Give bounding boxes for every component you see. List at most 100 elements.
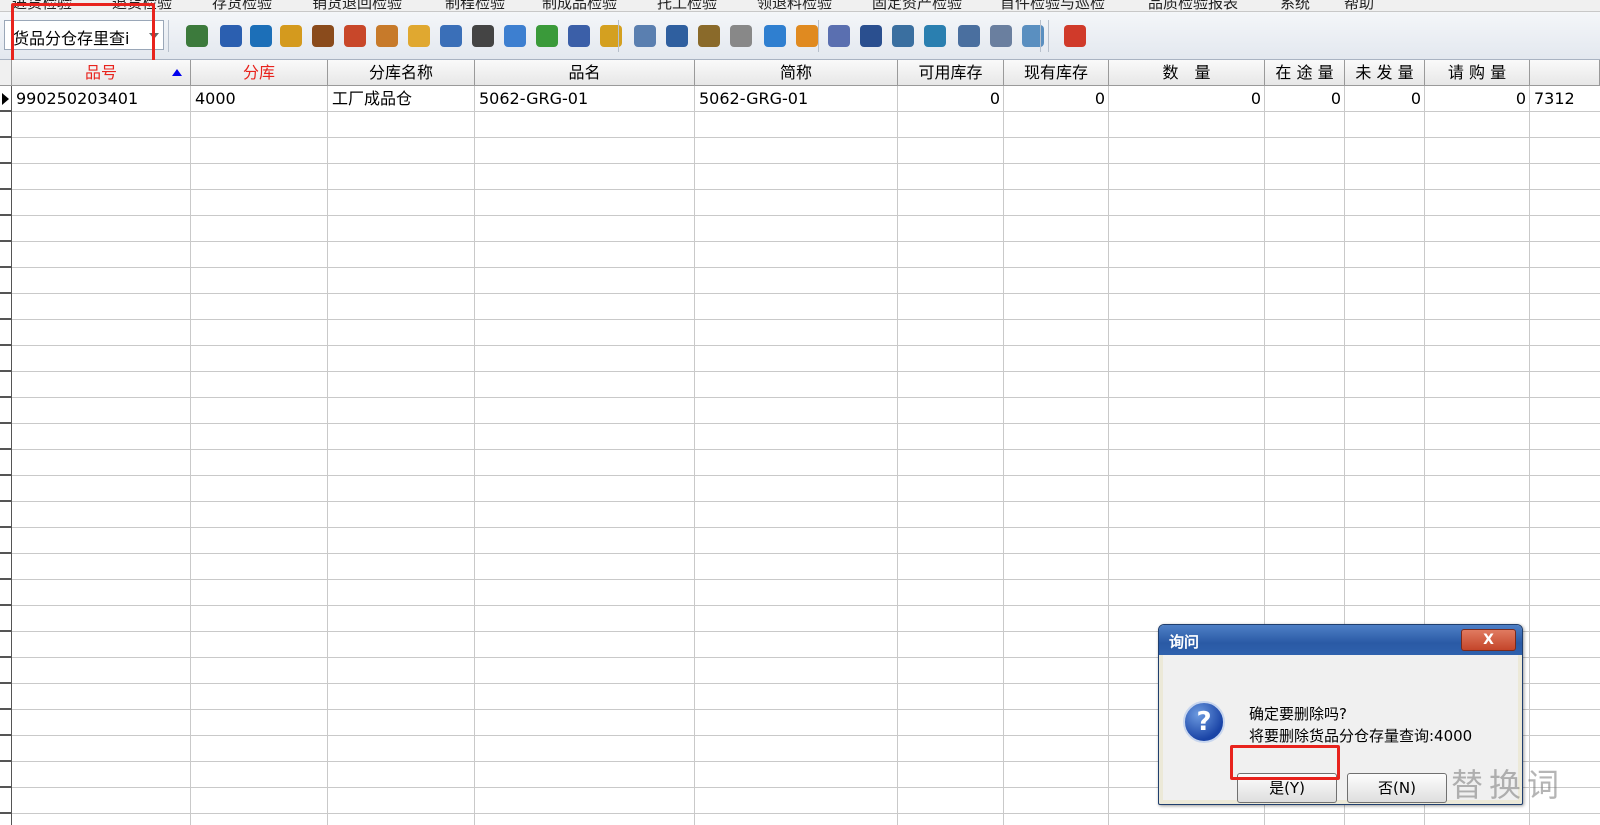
briefcase-icon[interactable] [312, 25, 334, 47]
no-button[interactable]: 否(N) [1347, 773, 1447, 803]
menu-item-outsource-inspection[interactable]: 托工检验 [657, 0, 717, 11]
cycle-icon[interactable] [924, 25, 946, 47]
row-indicator[interactable] [0, 736, 12, 762]
refresh-icon[interactable] [250, 25, 272, 47]
grid-column-line [327, 86, 328, 825]
table-cell[interactable]: 0 [1265, 86, 1345, 112]
grid-row-line [12, 501, 1600, 502]
table-cell[interactable]: 990250203401 [12, 86, 191, 112]
row-indicator[interactable] [0, 710, 12, 736]
column-header[interactable]: 分库 [191, 60, 328, 86]
row-indicator[interactable] [0, 346, 12, 372]
table-cell[interactable]: 4000 [191, 86, 328, 112]
column-header[interactable] [1530, 60, 1600, 86]
book-icon[interactable] [440, 25, 462, 47]
tree-icon[interactable] [860, 25, 882, 47]
menu-item-sales-return-inspection[interactable]: 销货退回检验 [312, 0, 402, 11]
column-header[interactable]: 可用库存 [898, 60, 1004, 86]
menu-item-asset-inspection[interactable]: 固定资产检验 [872, 0, 962, 11]
row-indicator[interactable] [0, 424, 12, 450]
table-cell[interactable]: 7312 [1530, 86, 1600, 112]
row-indicator[interactable] [0, 216, 12, 242]
home-icon[interactable] [344, 25, 366, 47]
row-indicator[interactable] [0, 632, 12, 658]
table-cell[interactable]: 0 [1345, 86, 1425, 112]
mail-icon[interactable] [408, 25, 430, 47]
switch-icon[interactable] [186, 25, 208, 47]
help-icon[interactable] [504, 25, 526, 47]
cart-icon[interactable] [568, 25, 590, 47]
menu-item-material-inspection[interactable]: 领退料检验 [757, 0, 832, 11]
exit-icon[interactable] [1064, 25, 1086, 47]
table-cell[interactable]: 5062-GRG-01 [475, 86, 695, 112]
menu-item-system[interactable]: 系统 [1280, 0, 1310, 11]
column-header[interactable]: 品号 [12, 60, 191, 86]
row-indicator[interactable] [0, 164, 12, 190]
menu-item-stock-inspection[interactable]: 存货检验 [212, 0, 272, 11]
row-indicator[interactable] [0, 554, 12, 580]
row-indicator[interactable] [0, 476, 12, 502]
column-header[interactable]: 分库名称 [328, 60, 475, 86]
row-indicator[interactable] [0, 658, 12, 684]
row-indicator[interactable] [0, 814, 12, 825]
close-window-icon[interactable] [990, 25, 1012, 47]
row-indicator[interactable] [0, 528, 12, 554]
row-indicator[interactable] [0, 320, 12, 346]
table-cell[interactable]: 0 [1109, 86, 1265, 112]
menu-item-help[interactable]: 帮助 [1344, 0, 1374, 11]
row-indicator[interactable] [0, 398, 12, 424]
row-indicator[interactable] [0, 242, 12, 268]
column-header[interactable]: 现有库存 [1004, 60, 1109, 86]
row-indicator[interactable] [0, 762, 12, 788]
money-icon[interactable] [536, 25, 558, 47]
row-indicator[interactable] [0, 450, 12, 476]
menu-item-quality-reports[interactable]: 品质检验报表 [1148, 0, 1238, 11]
dialog-titlebar[interactable]: 询问 X [1159, 625, 1522, 655]
table-cell[interactable]: 0 [898, 86, 1004, 112]
row-indicator[interactable] [0, 86, 12, 112]
lock-icon[interactable] [280, 25, 302, 47]
grid-row-line [12, 345, 1600, 346]
column-header[interactable]: 请 购 量 [1425, 60, 1530, 86]
row-indicator[interactable] [0, 190, 12, 216]
menu-item-process-inspection[interactable]: 制程检验 [445, 0, 505, 11]
column-header[interactable]: 简称 [695, 60, 898, 86]
row-indicator[interactable] [0, 580, 12, 606]
row-indicator[interactable] [0, 606, 12, 632]
database-icon[interactable] [698, 25, 720, 47]
screen-icon[interactable] [892, 25, 914, 47]
grid-corner [0, 60, 12, 86]
report-icon[interactable] [634, 25, 656, 47]
copy-icon[interactable] [730, 25, 752, 47]
row-indicator[interactable] [0, 112, 12, 138]
table-cell[interactable]: 0 [1004, 86, 1109, 112]
menu-item-product-inspection[interactable]: 制成品检验 [542, 0, 617, 11]
check-icon[interactable] [764, 25, 786, 47]
row-indicator[interactable] [0, 372, 12, 398]
grid-row-line [12, 553, 1600, 554]
menu-item-first-article-inspection[interactable]: 首件检验与巡检 [1000, 0, 1105, 11]
bell-icon[interactable] [796, 25, 818, 47]
key-icon[interactable] [472, 25, 494, 47]
row-indicator[interactable] [0, 294, 12, 320]
dialog-close-button[interactable]: X [1461, 629, 1516, 651]
table-cell[interactable]: 工厂成品仓 [328, 86, 475, 112]
column-header[interactable]: 品名 [475, 60, 695, 86]
table-cell[interactable]: 0 [1425, 86, 1530, 112]
row-indicator[interactable] [0, 788, 12, 814]
row-indicator[interactable] [0, 684, 12, 710]
row-indicator[interactable] [0, 268, 12, 294]
search-doc-icon[interactable] [828, 25, 850, 47]
monitor-icon[interactable] [220, 25, 242, 47]
document-icon[interactable] [666, 25, 688, 47]
column-header[interactable]: 在 途 量 [1265, 60, 1345, 86]
row-indicator[interactable] [0, 138, 12, 164]
window-icon[interactable] [958, 25, 980, 47]
row-indicator[interactable] [0, 502, 12, 528]
people-icon[interactable] [376, 25, 398, 47]
column-header[interactable]: 数 量 [1109, 60, 1265, 86]
column-header[interactable]: 未 发 量 [1345, 60, 1425, 86]
table-cell[interactable]: 5062-GRG-01 [695, 86, 898, 112]
grid-column-line [190, 86, 191, 825]
highlight-box-yes [1230, 745, 1340, 780]
